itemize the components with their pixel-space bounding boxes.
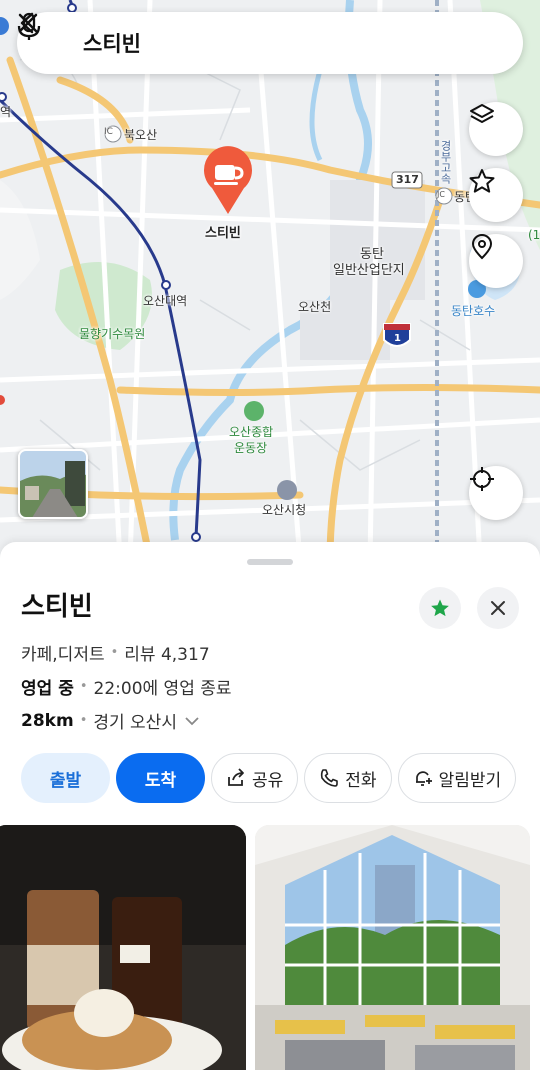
photo-gallery[interactable] [0, 825, 540, 1070]
category-row: 카페,디저트 • 리뷰 4,317 [21, 640, 210, 665]
call-button[interactable]: 전화 [304, 753, 392, 803]
map-label-dongtan-lake[interactable]: 동탄호수 [451, 302, 495, 319]
my-location-button[interactable] [469, 466, 523, 520]
close-sheet-button[interactable] [477, 587, 519, 629]
separator-dot: • [79, 679, 88, 694]
phone-icon [321, 769, 339, 787]
map-label-stadium-2[interactable]: 운동장 [234, 439, 267, 456]
route-317-label: 317 [396, 173, 419, 186]
action-buttons: 출발 도착 공유 전화 알림받기 [21, 753, 517, 803]
location-pin-icon [471, 234, 493, 260]
photo-interior[interactable] [255, 825, 530, 1070]
place-marker[interactable] [202, 146, 254, 216]
cafe-marker-icon [204, 146, 252, 214]
close-icon [18, 13, 38, 33]
map-view[interactable]: IC 북오산 역 오산대역 동탄 일반산업단지 오산천 물향기수목원 오산종합 … [0, 0, 540, 560]
photo-drinks[interactable] [0, 825, 246, 1070]
map-label-arboretum[interactable]: 물향기수목원 [79, 325, 145, 342]
hours-row: 영업 중 • 22:00에 영업 종료 [21, 674, 232, 699]
jc-label: JC [437, 190, 445, 199]
chevron-down-icon [185, 716, 199, 725]
separator-dot: • [79, 713, 88, 728]
notify-button[interactable]: 알림받기 [397, 753, 517, 803]
place-title: 스티빈 [21, 592, 93, 622]
search-bar[interactable]: 스티빈 [17, 12, 523, 74]
map-label-osan-station[interactable]: 오산대역 [143, 292, 187, 309]
street-view-thumbnail[interactable] [18, 449, 88, 519]
closing-time: 22:00에 영업 종료 [93, 679, 232, 699]
open-status: 영업 중 [21, 679, 74, 699]
place-category: 카페,디저트 [21, 645, 105, 665]
marker-label: 스티빈 [205, 226, 241, 241]
street-view-image [20, 451, 86, 517]
region: 경기 오산시 [93, 713, 177, 733]
map-label-osancheon[interactable]: 오산천 [298, 298, 331, 315]
call-label: 전화 [345, 770, 377, 791]
map-label-industrial[interactable]: 일반산업단지 [333, 259, 405, 278]
saved-places-button[interactable] [469, 234, 523, 288]
arrive-button[interactable]: 도착 [116, 753, 205, 803]
map-label-stadium-1[interactable]: 오산종합 [229, 423, 273, 440]
clear-search-button[interactable] [18, 13, 503, 60]
map-label-bukosan[interactable]: 북오산 [124, 126, 157, 143]
place-detail-sheet: 스티빈 카페,디저트 • 리뷰 4,317 영업 중 • 22:00에 영업 종… [0, 542, 540, 1070]
map-label-expressway: 경부고속 [439, 140, 452, 184]
ic-label: IC [104, 127, 113, 137]
favorite-button[interactable] [419, 587, 461, 629]
notify-label: 알림받기 [438, 770, 502, 791]
search-query[interactable]: 스티빈 [83, 28, 413, 58]
address-row[interactable]: 28km • 경기 오산시 [21, 708, 199, 733]
share-label: 공유 [252, 770, 284, 791]
depart-button[interactable]: 출발 [21, 753, 110, 803]
interior-photo [255, 825, 530, 1070]
layers-icon [470, 104, 494, 123]
route-1-label: 1 [394, 333, 401, 344]
favorites-button[interactable] [469, 168, 523, 222]
review-count[interactable]: 리뷰 4,317 [124, 640, 209, 665]
distance: 28km [21, 710, 74, 731]
separator-dot: • [110, 645, 119, 660]
share-button[interactable]: 공유 [211, 753, 299, 803]
map-label-right-edge: (1 [528, 228, 540, 242]
share-icon [228, 768, 244, 786]
star-icon [469, 169, 495, 193]
map-label-station-left[interactable]: 역 [0, 103, 11, 120]
sheet-drag-handle[interactable] [247, 559, 293, 565]
drinks-photo [0, 825, 246, 1070]
crosshair-icon [470, 467, 494, 491]
close-icon [491, 601, 505, 615]
map-label-city-hall[interactable]: 오산시청 [262, 501, 306, 518]
voice-search-button[interactable] [17, 12, 447, 60]
bell-plus-icon [415, 771, 432, 786]
layers-button[interactable] [469, 102, 523, 156]
star-filled-icon [431, 599, 449, 617]
